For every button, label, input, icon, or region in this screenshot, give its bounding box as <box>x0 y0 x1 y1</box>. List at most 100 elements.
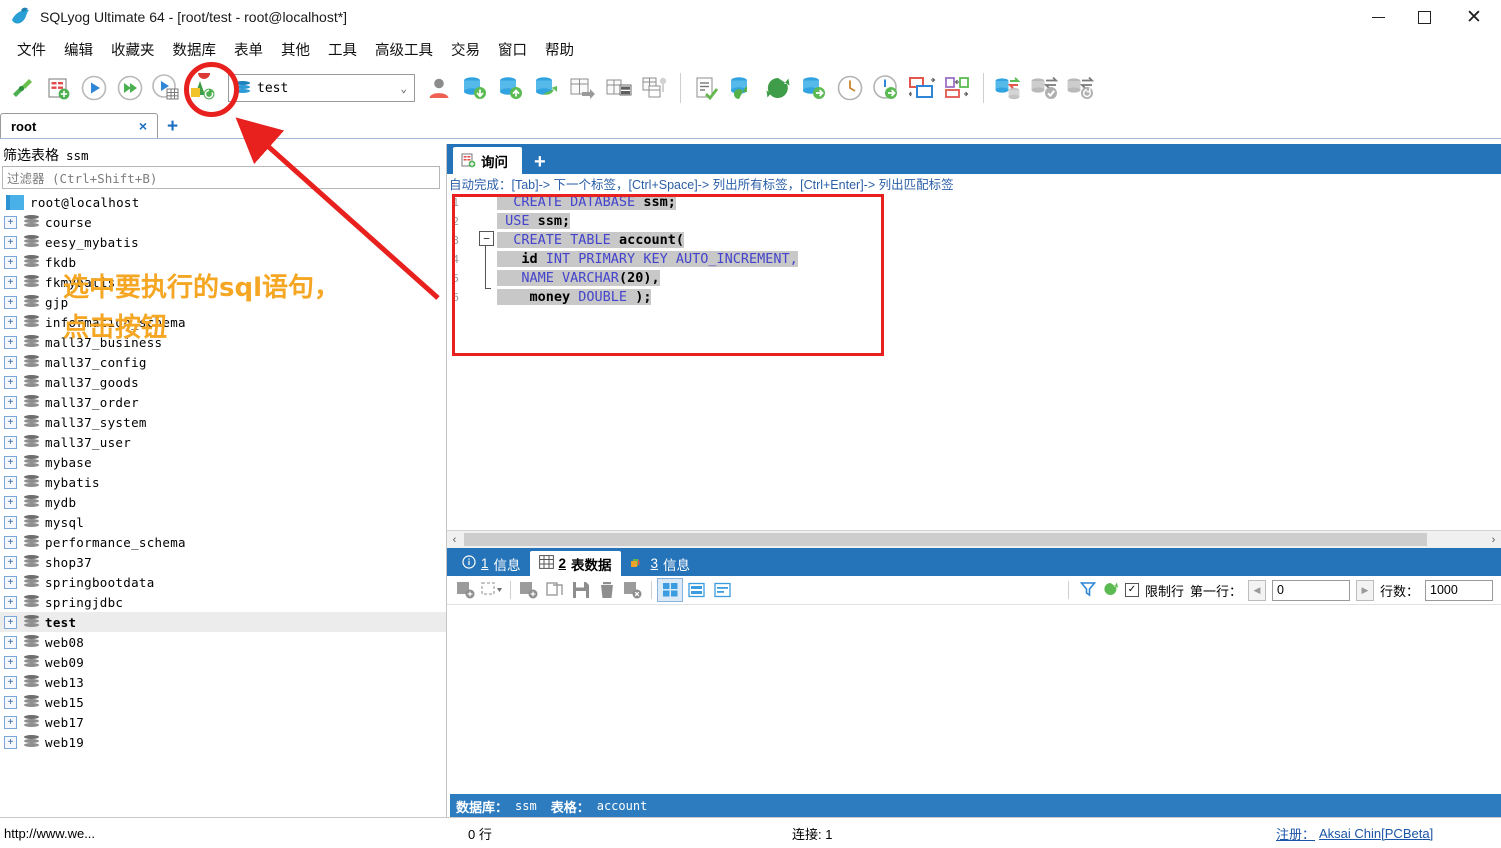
tree-node-database[interactable]: + mall37_order <box>0 392 446 412</box>
column-chooser-icon[interactable] <box>479 578 505 602</box>
schema-designer-icon[interactable] <box>637 68 673 108</box>
sql-text[interactable]: CREATE DATABASE ssm; USE ssm; CREATE TAB… <box>447 193 1501 307</box>
tree-node-database[interactable]: + web08 <box>0 632 446 652</box>
connection-tab-root[interactable]: root × <box>0 113 158 138</box>
tree-node-database[interactable]: + fkdb <box>0 252 446 272</box>
menu-edit[interactable]: 编辑 <box>55 37 102 62</box>
job-agent-icon[interactable] <box>868 68 904 108</box>
filter-input[interactable]: 过滤器 (Ctrl+Shift+B) <box>2 166 440 189</box>
menu-window[interactable]: 窗口 <box>489 37 536 62</box>
scheduler-icon[interactable] <box>832 68 868 108</box>
execute-query-icon[interactable] <box>76 68 112 108</box>
tree-node-database[interactable]: + web13 <box>0 672 446 692</box>
close-button[interactable]: ✕ <box>1447 0 1501 34</box>
form-view-icon[interactable] <box>683 578 709 602</box>
object-browser-icon[interactable] <box>940 68 976 108</box>
tree-node-database[interactable]: + springjdbc <box>0 592 446 612</box>
new-connection-icon[interactable] <box>4 68 40 108</box>
expand-icon[interactable]: + <box>4 455 17 469</box>
menu-tools[interactable]: 工具 <box>319 37 366 62</box>
tree-node-database[interactable]: + mydb <box>0 492 446 512</box>
database-selector[interactable]: test ⌄ <box>228 74 415 102</box>
scroll-left-arrow[interactable]: ‹ <box>447 534 462 546</box>
grid-view-icon[interactable] <box>657 578 683 602</box>
add-connection-tab-button[interactable]: + <box>158 116 187 138</box>
cancel-changes-icon[interactable] <box>620 578 646 602</box>
tree-node-database[interactable]: + information_schema <box>0 312 446 332</box>
expand-icon[interactable]: + <box>4 555 17 569</box>
scroll-right-arrow[interactable]: › <box>1486 534 1501 546</box>
first-row-next-button[interactable]: ▶ <box>1355 579 1374 601</box>
data-sync-icon[interactable] <box>991 68 1027 108</box>
copy-database-icon[interactable] <box>796 68 832 108</box>
menu-powertools[interactable]: 高级工具 <box>366 37 442 62</box>
export-database-icon[interactable] <box>493 68 529 108</box>
sql-line[interactable]: USE ssm; <box>497 212 1501 231</box>
tree-node-database[interactable]: + mall37_system <box>0 412 446 432</box>
save-changes-icon[interactable] <box>568 578 594 602</box>
menu-database[interactable]: 数据库 <box>164 37 226 62</box>
tree-node-database[interactable]: + gjp <box>0 292 446 312</box>
scroll-thumb[interactable] <box>464 533 1427 546</box>
expand-icon[interactable]: + <box>4 415 17 429</box>
expand-icon[interactable]: + <box>4 615 17 629</box>
close-tab-icon[interactable]: × <box>135 118 151 134</box>
tree-node-database[interactable]: + mall37_goods <box>0 372 446 392</box>
execute-all-queries-icon[interactable] <box>112 68 148 108</box>
execute-query-and-show-grid-icon[interactable] <box>148 68 184 108</box>
expand-icon[interactable]: + <box>4 655 17 669</box>
sync-database-icon[interactable] <box>529 68 565 108</box>
tree-node-database[interactable]: + springbootdata <box>0 572 446 592</box>
table-data-export-icon[interactable] <box>565 68 601 108</box>
tree-node-database[interactable]: + web19 <box>0 732 446 752</box>
form-view-icon[interactable] <box>904 68 940 108</box>
delete-row-icon[interactable] <box>594 578 620 602</box>
refresh-objects-icon[interactable] <box>184 68 220 108</box>
editor-horizontal-scrollbar[interactable]: ‹ › <box>447 530 1501 548</box>
menu-help[interactable]: 帮助 <box>536 37 583 62</box>
expand-icon[interactable]: + <box>4 535 17 549</box>
expand-icon[interactable]: + <box>4 395 17 409</box>
status-url[interactable]: http://www.we... <box>0 826 464 841</box>
sql-line[interactable]: id INT PRIMARY KEY AUTO_INCREMENT, <box>497 250 1501 269</box>
first-row-prev-button[interactable]: ◀ <box>1247 579 1266 601</box>
query-tab[interactable]: 询问 <box>453 147 522 174</box>
expand-icon[interactable]: + <box>4 215 17 229</box>
refresh-data-icon[interactable] <box>453 578 479 602</box>
sql-editor[interactable]: 自动完成：[Tab]-> 下一个标签，[Ctrl+Space]-> 列出所有标签… <box>447 174 1501 530</box>
tree-node-database[interactable]: + mall37_business <box>0 332 446 352</box>
expand-icon[interactable]: + <box>4 735 17 749</box>
tree-node-database[interactable]: + mall37_config <box>0 352 446 372</box>
status-register-label[interactable]: 注册： <box>1272 824 1315 843</box>
refresh-icon[interactable] <box>1102 581 1119 600</box>
schema-sync-check-icon[interactable] <box>1027 68 1063 108</box>
tree-node-database[interactable]: + course <box>0 212 446 232</box>
expand-icon[interactable]: + <box>4 335 17 349</box>
tree-node-database[interactable]: + mysql <box>0 512 446 532</box>
expand-icon[interactable]: + <box>4 695 17 709</box>
row-count-input[interactable]: 1000 <box>1425 579 1493 601</box>
sql-line[interactable]: money DOUBLE ); <box>497 288 1501 307</box>
tree-node-database[interactable]: + mybase <box>0 452 446 472</box>
expand-icon[interactable]: + <box>4 635 17 649</box>
expand-icon[interactable]: + <box>4 515 17 529</box>
results-tab-info[interactable]: 3 信息 <box>621 551 700 576</box>
backup-database-icon[interactable] <box>724 68 760 108</box>
tree-node-database[interactable]: + mybatis <box>0 472 446 492</box>
tree-node-database[interactable]: + web15 <box>0 692 446 712</box>
results-tab-messages[interactable]: 1 信息 <box>453 551 530 576</box>
schema-sync-revert-icon[interactable] <box>1063 68 1099 108</box>
menu-favorites[interactable]: 收藏夹 <box>102 37 164 62</box>
menu-file[interactable]: 文件 <box>8 37 55 62</box>
tree-node-database[interactable]: + eesy_mybatis <box>0 232 446 252</box>
tree-node-database[interactable]: + shop37 <box>0 552 446 572</box>
menu-other[interactable]: 其他 <box>272 37 319 62</box>
status-register-value[interactable]: Aksai Chin[PCBeta] <box>1315 826 1433 841</box>
text-view-icon[interactable] <box>709 578 735 602</box>
query-builder-icon[interactable] <box>688 68 724 108</box>
results-tab-table-data[interactable]: 2 表数据 <box>529 551 621 576</box>
expand-icon[interactable]: + <box>4 475 17 489</box>
minimize-button[interactable] <box>1355 0 1401 34</box>
filter-icon[interactable] <box>1079 581 1097 600</box>
maximize-button[interactable] <box>1401 0 1447 34</box>
